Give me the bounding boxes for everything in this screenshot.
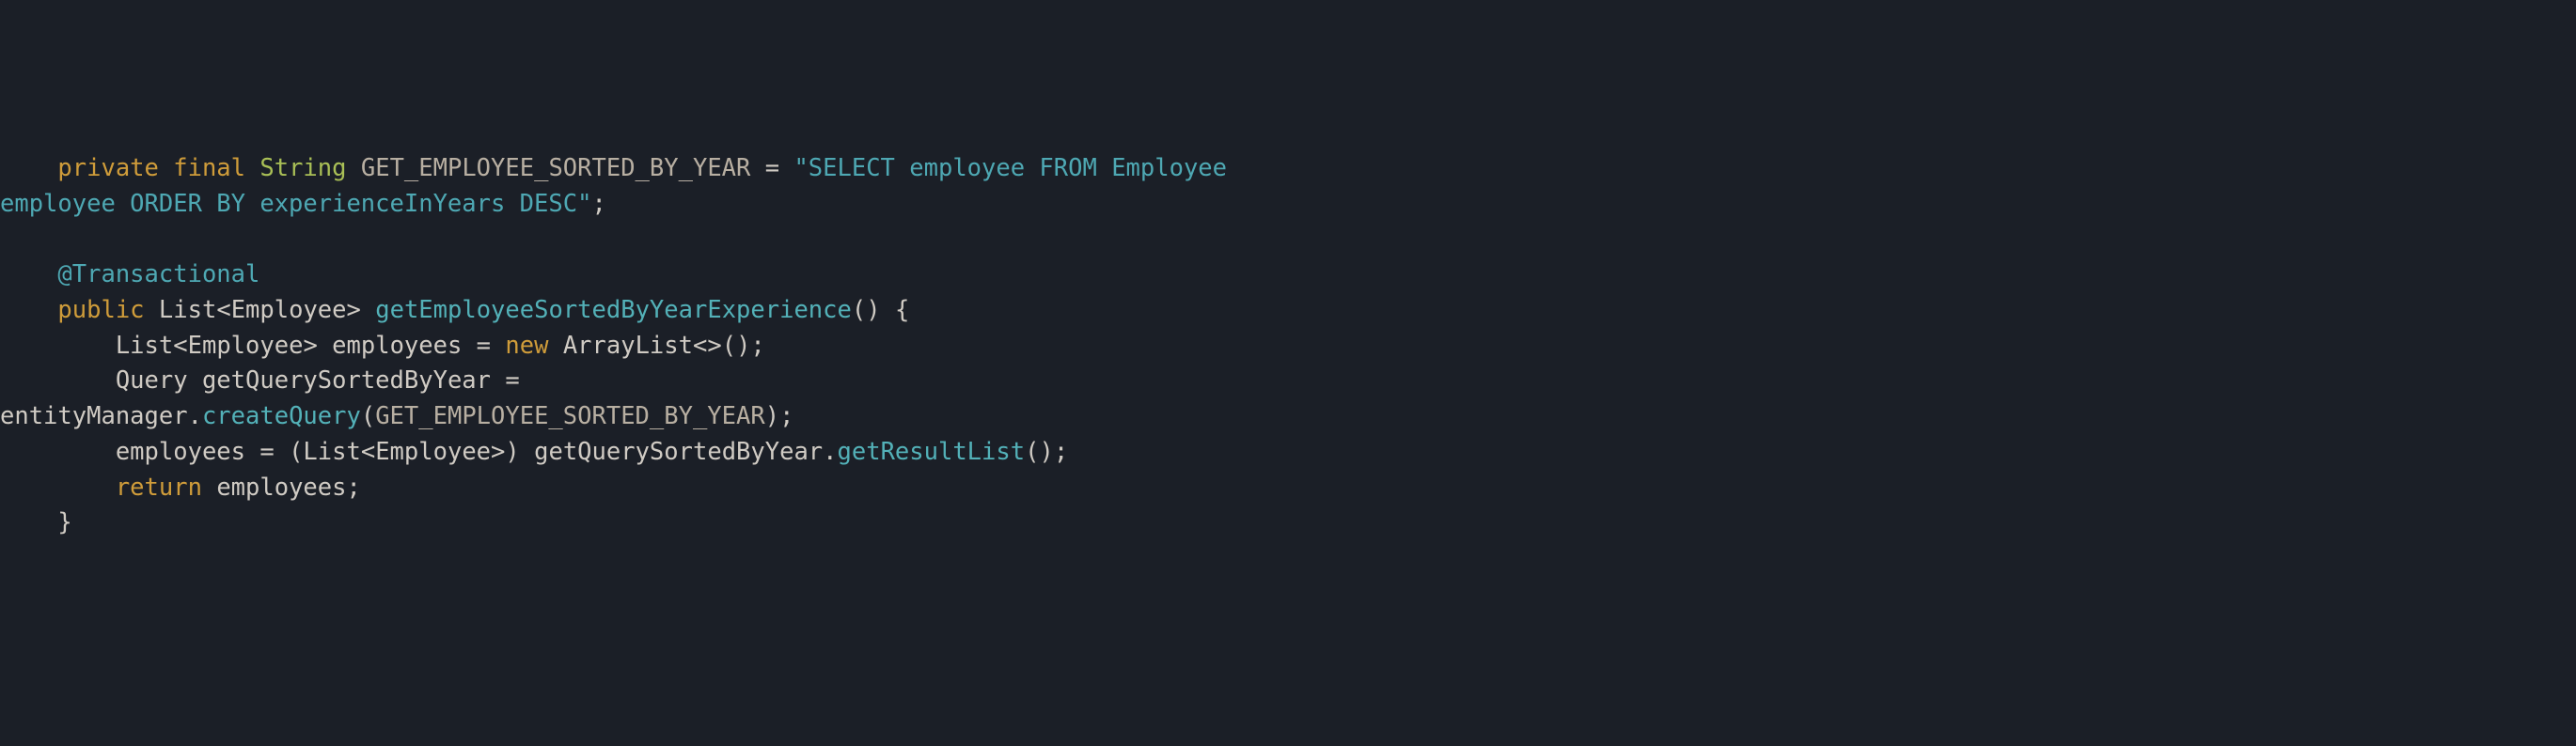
code-line: List<Employee> employees = new ArrayList… xyxy=(0,329,2576,365)
keyword-final: final xyxy=(173,154,245,182)
keyword-return: return xyxy=(116,474,202,502)
string-literal: " xyxy=(577,190,591,218)
code-line: public List<Employee> getEmployeeSortedB… xyxy=(0,293,2576,329)
var-entitymanager: entityManager xyxy=(0,402,188,430)
type-list: List xyxy=(159,296,216,324)
type-list: List xyxy=(116,332,173,360)
type-employee: Employee xyxy=(231,296,347,324)
string-literal: " xyxy=(793,154,808,182)
var-employees: employees xyxy=(332,332,462,360)
code-line: Query getQuerySortedByYear = xyxy=(0,364,2576,399)
method-createquery: createQuery xyxy=(202,402,361,430)
method-name: getEmployeeSortedByYearExperience xyxy=(375,296,852,324)
type-employee: Employee xyxy=(188,332,304,360)
code-line: } xyxy=(0,505,2576,541)
constant-name: GET_EMPLOYEE_SORTED_BY_YEAR xyxy=(361,154,751,182)
var-getquery: getQuerySortedByYear xyxy=(202,366,491,395)
method-getresultlist: getResultList xyxy=(838,438,1026,466)
keyword-new: new xyxy=(505,332,548,360)
code-line: @Transactional xyxy=(0,257,2576,293)
var-getquery: getQuerySortedByYear xyxy=(534,438,823,466)
annotation-transactional: @Transactional xyxy=(57,260,259,288)
code-editor[interactable]: private final String GET_EMPLOYEE_SORTED… xyxy=(0,151,2576,541)
type-string: String xyxy=(259,154,346,182)
string-literal: employee ORDER BY experienceInYears DESC xyxy=(0,190,577,218)
code-line: private final String GET_EMPLOYEE_SORTED… xyxy=(0,151,2576,187)
constant-arg: GET_EMPLOYEE_SORTED_BY_YEAR xyxy=(375,402,765,430)
var-employees: employees xyxy=(216,474,346,502)
var-employees: employees xyxy=(116,438,245,466)
string-literal: SELECT employee FROM Employee xyxy=(809,154,1242,182)
code-line: employee ORDER BY experienceInYears DESC… xyxy=(0,187,2576,223)
type-arraylist: ArrayList xyxy=(563,332,693,360)
code-line: return employees; xyxy=(0,471,2576,506)
code-line: entityManager.createQuery(GET_EMPLOYEE_S… xyxy=(0,399,2576,435)
type-query: Query xyxy=(116,366,188,395)
keyword-public: public xyxy=(57,296,144,324)
code-line-blank xyxy=(0,222,2576,257)
code-line: employees = (List<Employee>) getQuerySor… xyxy=(0,435,2576,471)
brace-close: } xyxy=(57,508,71,536)
keyword-private: private xyxy=(57,154,158,182)
